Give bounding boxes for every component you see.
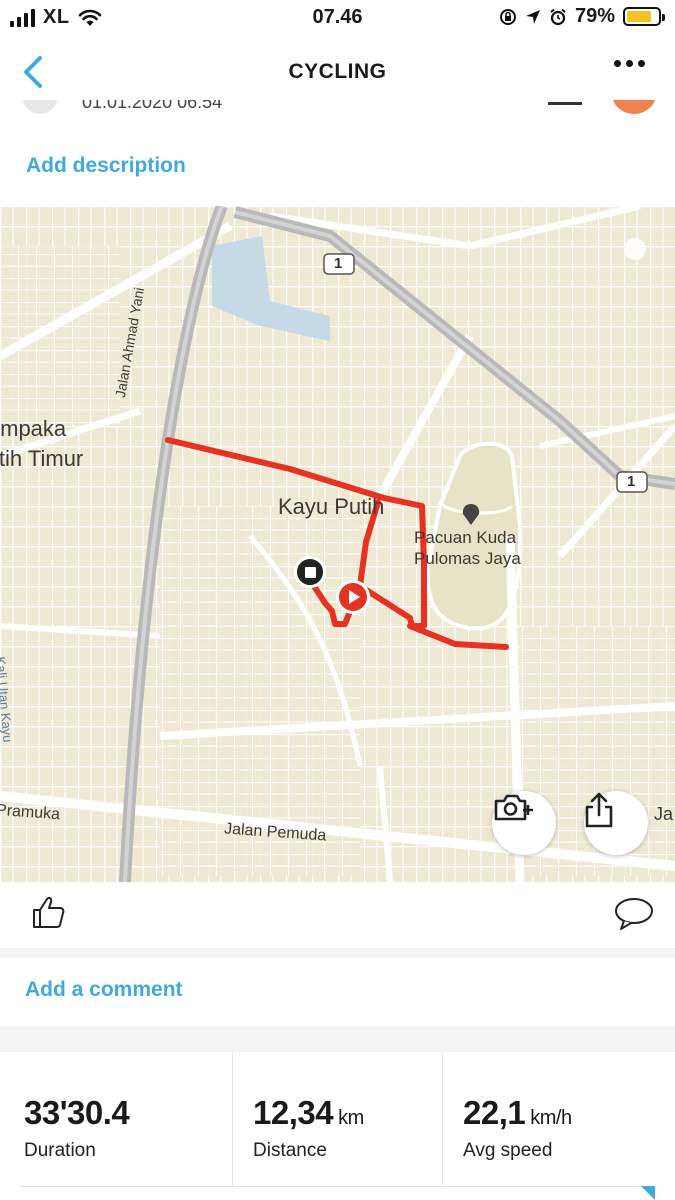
avatar [22,100,58,114]
stat-label: Avg speed [463,1140,553,1161]
stats-divider [20,1186,655,1187]
stats-panel: 33'30.4 Duration 12,34 km Distance 22,1 km… [0,1052,675,1200]
battery-percent: 79% [574,5,615,27]
map-canvas [0,206,675,882]
like-button[interactable] [30,894,66,935]
map-label-pulomas-jaya: Pulomas Jaya [414,549,521,568]
sport-badge [612,100,656,114]
activity-date: 01.01.2020 06:54 [82,100,223,112]
stat-label: Duration [24,1140,96,1161]
route-shield-label-1a: 1 [334,255,343,272]
more-dots-icon [614,60,621,67]
page-title: CYCLING [288,60,387,83]
map-label-ja: Ja [654,804,674,824]
comment-row: Add a comment [0,958,675,1026]
stop-marker-icon [294,556,326,588]
stat-avg-speed: 22,1 km/h Avg speed [442,1052,675,1186]
map-attribution-icon [624,238,646,260]
map-label-putih-timur: Putih Timur [0,446,84,471]
comment-button[interactable] [613,896,655,937]
stat-label: Distance [253,1140,327,1161]
route-shield-label-1b: 1 [627,473,636,490]
expand-corner-icon[interactable] [641,1186,655,1200]
stat-value: 12,34 km [253,1094,364,1131]
stat-value: 33'30.4 [24,1094,130,1131]
camera-add-icon [494,794,533,821]
stat-value: 22,1 km/h [463,1094,572,1131]
header-divider [548,102,582,105]
section-separator [0,948,675,958]
route-map[interactable]: 1 1 Cempaka Putih Timur Kayu Putih Pacua… [0,206,675,882]
add-description-link[interactable]: Add description [26,154,186,178]
battery-icon [623,7,665,26]
add-comment-link[interactable]: Add a comment [25,978,183,1002]
activity-header: 01.01.2020 06:54 [0,100,675,120]
stat-duration: 33'30.4 Duration [0,1052,225,1186]
thumbs-up-icon [33,897,65,928]
nav-bar: CYCLING [0,40,675,100]
map-label-pacuan-kuda: Pacuan Kuda [414,528,517,547]
battery-level [627,11,651,22]
share-icon [585,792,613,828]
orientation-lock-icon [499,8,516,25]
alarm-icon [550,8,566,25]
start-marker-icon [336,580,370,614]
add-photo-button[interactable] [492,791,556,855]
comment-bubble-icon [615,898,653,930]
section-separator [0,1026,675,1052]
status-right: 79% [499,5,665,28]
more-options-button[interactable] [614,60,645,67]
stat-distance: 12,34 km Distance [232,1052,457,1186]
map-label-cempaka: Cempaka [0,416,67,441]
status-bar: XL 07.46 79% [0,0,675,36]
location-icon [525,9,540,24]
action-bar [0,882,675,948]
map-label-kayu-putih: Kayu Putih [278,494,385,519]
share-button[interactable] [584,791,648,855]
